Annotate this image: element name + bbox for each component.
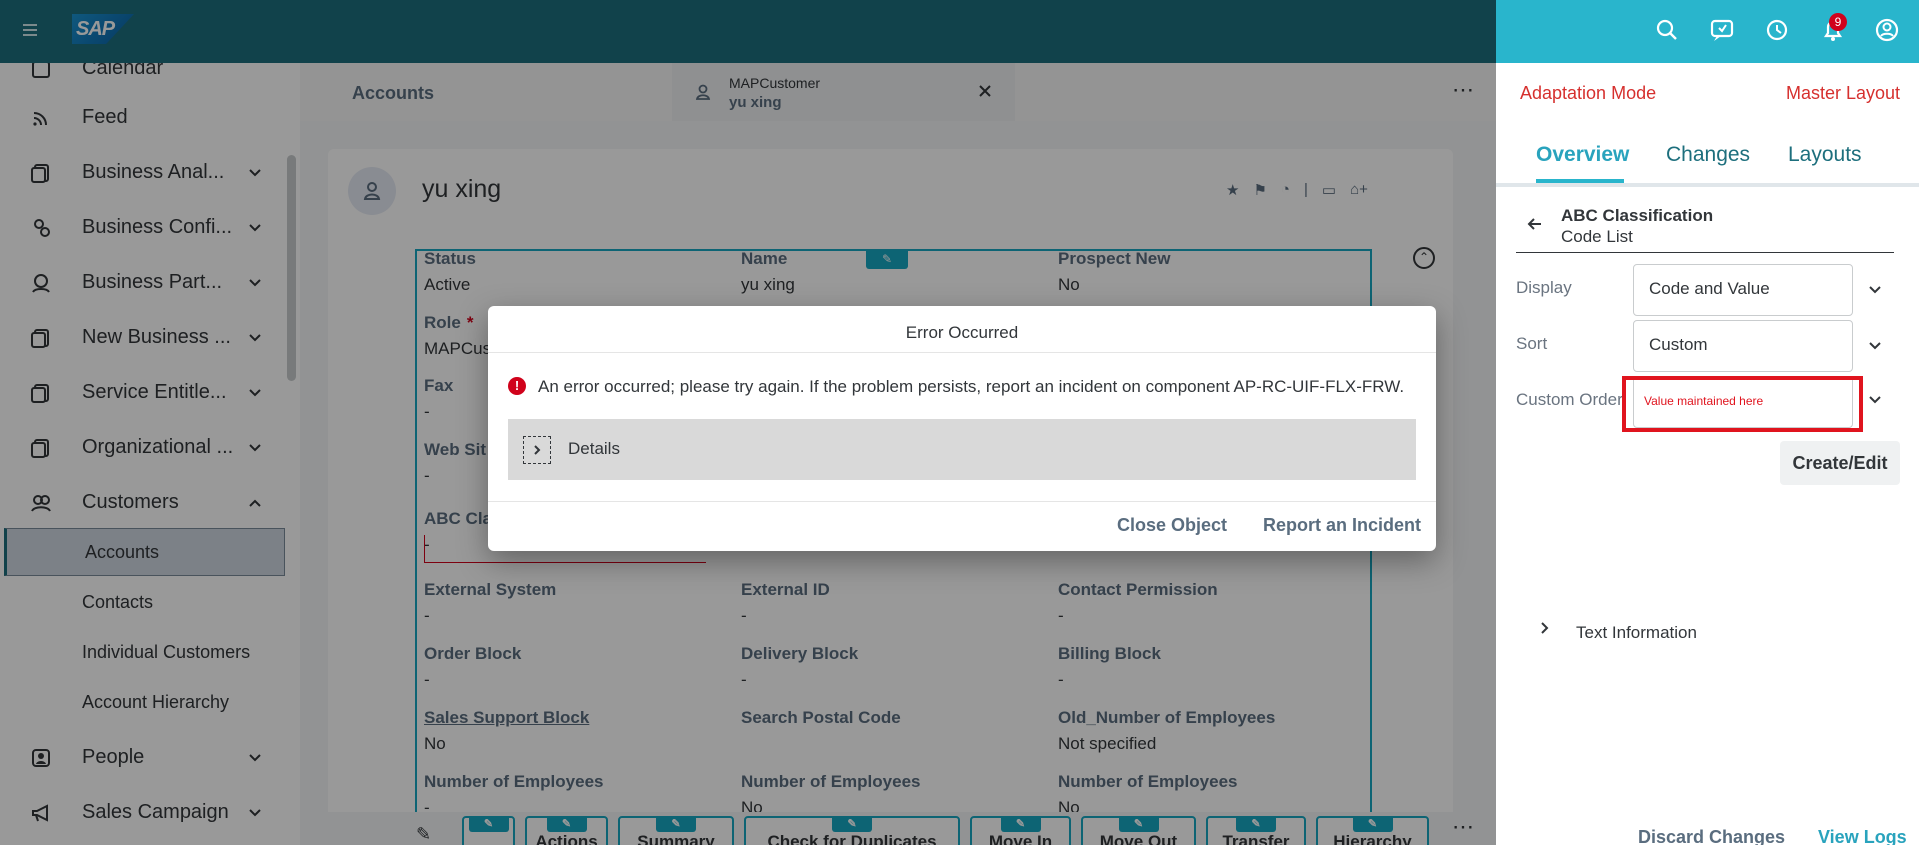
adaptation-panel: Adaptation Mode Master Layout Overview C…	[1496, 63, 1919, 845]
custom-order-label: Custom Order	[1516, 390, 1623, 409]
tab-layouts[interactable]: Layouts	[1788, 143, 1862, 167]
create-edit-button[interactable]: Create/Edit	[1780, 441, 1900, 485]
adaptation-mode-label: Adaptation Mode	[1520, 83, 1657, 103]
display-select[interactable]: Code and Value	[1633, 264, 1853, 316]
history-icon[interactable]	[1764, 17, 1790, 43]
chevron-right-icon[interactable]	[523, 436, 551, 464]
section-title: ABC Classification	[1561, 206, 1714, 225]
tab-overview[interactable]: Overview	[1536, 143, 1629, 167]
tab-indicator	[1536, 179, 1624, 183]
chevron-down-icon[interactable]	[1868, 283, 1882, 297]
chevron-down-icon[interactable]	[1868, 393, 1882, 407]
error-icon: !	[508, 377, 526, 395]
discard-changes-button[interactable]: Discard Changes	[1638, 827, 1785, 845]
annotation-note: Value maintained here	[1644, 394, 1764, 408]
divider	[488, 501, 1436, 502]
text-information-toggle[interactable]: Text Information	[1576, 623, 1697, 643]
report-incident-button[interactable]: Report an Incident	[1263, 515, 1421, 536]
close-object-button[interactable]: Close Object	[1117, 515, 1227, 536]
search-icon[interactable]	[1654, 17, 1680, 43]
shell-bar-actions	[1496, 0, 1919, 63]
notification-badge: 9	[1829, 13, 1847, 31]
error-message: An error occurred; please try again. If …	[538, 377, 1405, 396]
chat-icon[interactable]	[1709, 17, 1735, 43]
dialog-title: Error Occurred	[905, 323, 1019, 342]
chevron-down-icon[interactable]	[1868, 339, 1882, 353]
details-label: Details	[568, 439, 620, 458]
chevron-right-icon[interactable]	[1538, 621, 1552, 635]
divider	[1496, 183, 1919, 187]
details-panel[interactable]: Details	[508, 419, 1416, 480]
view-logs-button[interactable]: View Logs	[1818, 827, 1907, 845]
sort-select[interactable]: Custom	[1633, 320, 1853, 372]
section-subtitle: Code List	[1561, 227, 1633, 246]
divider	[1516, 252, 1894, 253]
user-profile-icon[interactable]	[1874, 17, 1900, 43]
error-dialog: Error Occurred ! An error occurred; plea…	[488, 306, 1436, 551]
sort-label: Sort	[1516, 334, 1548, 353]
master-layout-label[interactable]: Master Layout	[1786, 83, 1900, 104]
divider	[488, 352, 1436, 353]
back-arrow-icon[interactable]	[1526, 215, 1544, 233]
tab-changes[interactable]: Changes	[1666, 143, 1750, 167]
display-label: Display	[1516, 278, 1572, 297]
